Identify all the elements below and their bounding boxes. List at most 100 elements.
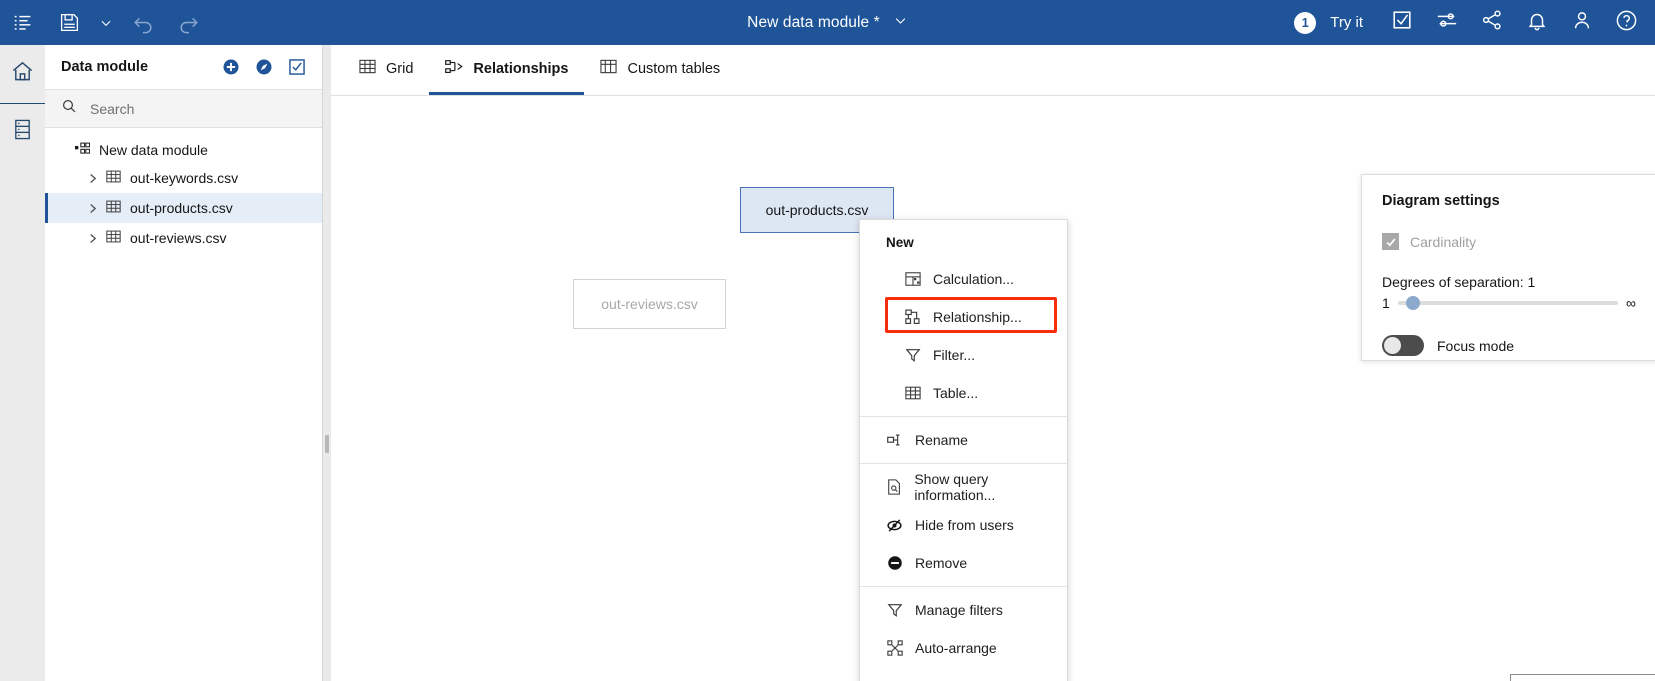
menu-item-label: Auto-arrange: [915, 640, 997, 656]
table-icon: [106, 169, 121, 187]
relationship-diagram-canvas[interactable]: out-products.csv out-reviews.csv New Cal…: [331, 96, 1655, 681]
chevron-down-icon: [99, 16, 113, 30]
grid-icon: [359, 58, 376, 79]
compass-icon[interactable]: [255, 58, 273, 76]
menu-item-label: Remove: [915, 555, 968, 571]
settings-sliders-icon: [1436, 9, 1458, 36]
chevron-down-icon: [893, 13, 908, 33]
diagram-node-out-reviews[interactable]: out-reviews.csv: [573, 279, 726, 329]
left-icon-rail: [0, 45, 45, 681]
home-icon: [11, 60, 34, 88]
table-icon: [106, 229, 121, 247]
save-button[interactable]: [46, 0, 92, 45]
data-server-icon: [12, 118, 33, 146]
menu-item-table[interactable]: Table...: [860, 374, 1067, 412]
notifications-button[interactable]: [1514, 0, 1559, 45]
document-query-icon: [886, 479, 902, 495]
user-icon: [1571, 9, 1593, 36]
context-menu: New Calculation... Relationship... Filte…: [859, 219, 1068, 681]
main-menu-button[interactable]: [0, 0, 46, 45]
top-toolbar: New data module * 1 Try it: [0, 0, 1655, 45]
module-title: New data module *: [747, 13, 880, 31]
notification-badge[interactable]: 1: [1294, 11, 1317, 34]
share-button[interactable]: [1469, 0, 1514, 45]
validate-button[interactable]: [1379, 0, 1424, 45]
try-it-button[interactable]: Try it: [1330, 14, 1363, 31]
table-icon: [904, 385, 921, 401]
filter-icon: [904, 347, 921, 363]
focus-mode-toggle[interactable]: [1382, 335, 1424, 356]
tab-label: Grid: [386, 60, 414, 77]
checkbox-icon[interactable]: [288, 58, 306, 76]
account-button[interactable]: [1559, 0, 1604, 45]
rail-item-home[interactable]: [0, 45, 45, 104]
tree-item-label: out-reviews.csv: [130, 230, 227, 246]
help-icon: [1615, 9, 1638, 37]
degrees-slider-row[interactable]: 1 ∞: [1382, 295, 1636, 311]
chevron-right-icon[interactable]: [87, 173, 97, 184]
menu-item-hide-from-users[interactable]: Hide from users: [860, 506, 1067, 544]
tree-item-out-reviews[interactable]: out-reviews.csv: [45, 223, 322, 253]
rename-icon: [886, 433, 903, 447]
tab-label: Custom tables: [627, 60, 721, 77]
tab-relationships[interactable]: Relationships: [429, 45, 585, 95]
undo-button[interactable]: [120, 0, 166, 45]
menu-item-relationship[interactable]: Relationship...: [860, 298, 1067, 336]
chevron-right-icon[interactable]: [87, 203, 97, 214]
panel-splitter[interactable]: [323, 45, 331, 681]
menu-item-show-query-information[interactable]: Show query information...: [860, 468, 1067, 506]
menu-item-properties[interactable]: Properties: [860, 667, 1067, 681]
rail-item-data[interactable]: [0, 103, 45, 161]
tree-item-out-keywords[interactable]: out-keywords.csv: [45, 163, 322, 193]
focus-mode-row[interactable]: Focus mode: [1382, 335, 1636, 356]
cardinality-checkbox[interactable]: [1382, 233, 1399, 250]
relationships-icon: [445, 59, 464, 79]
diagram-node-label: out-reviews.csv: [601, 296, 698, 312]
cardinality-label: Cardinality: [1410, 233, 1477, 250]
search-input[interactable]: [88, 99, 288, 118]
menu-item-label: Show query information...: [914, 471, 996, 503]
menu-item-filter[interactable]: Filter...: [860, 336, 1067, 374]
menu-divider: [860, 416, 1067, 417]
remove-icon: [886, 555, 903, 571]
data-module-panel: Data module Search New data module out-k…: [45, 45, 323, 681]
menu-item-remove[interactable]: Remove: [860, 544, 1067, 582]
help-button[interactable]: [1604, 0, 1649, 45]
menu-item-label: Manage filters: [915, 602, 1003, 618]
tab-custom-tables[interactable]: Custom tables: [584, 45, 736, 95]
menu-item-label: Filter...: [933, 347, 976, 363]
toggle-knob: [1384, 337, 1401, 354]
menu-item-rename[interactable]: Rename: [860, 421, 1067, 459]
list-menu-icon: [12, 12, 34, 34]
degrees-of-separation-label: Degrees of separation: 1: [1382, 274, 1536, 290]
redo-button[interactable]: [166, 0, 212, 45]
search-row[interactable]: [45, 90, 322, 128]
tab-grid[interactable]: Grid: [343, 45, 429, 95]
context-menu-header: New: [886, 235, 914, 250]
share-icon: [1481, 9, 1503, 36]
tree-item-out-products[interactable]: out-products.csv: [45, 193, 322, 223]
filter-icon: [886, 602, 903, 618]
menu-item-auto-arrange[interactable]: Auto-arrange: [860, 629, 1067, 667]
module-title-button[interactable]: New data module *: [747, 13, 908, 33]
tab-bar: Grid Relationships Custom tables: [331, 45, 1655, 96]
slider-thumb[interactable]: [1405, 296, 1420, 310]
module-icon: [75, 142, 91, 158]
cardinality-checkbox-row[interactable]: Cardinality: [1382, 233, 1636, 250]
tree-root-new-data-module[interactable]: New data module: [45, 137, 322, 163]
menu-item-calculation[interactable]: Calculation...: [860, 260, 1067, 298]
diagram-node-label: out-products.csv: [765, 202, 869, 218]
auto-arrange-icon: [886, 640, 903, 656]
options-button[interactable]: [1424, 0, 1469, 45]
data-tree: New data module out-keywords.csv out-pro…: [45, 128, 322, 253]
menu-item-manage-filters[interactable]: Manage filters: [860, 591, 1067, 629]
menu-divider: [860, 586, 1067, 587]
diagram-settings-panel: Diagram settings Cardinality Degrees of …: [1361, 174, 1655, 361]
add-circle-icon[interactable]: [222, 58, 240, 76]
tree-item-label: out-keywords.csv: [130, 170, 239, 186]
main-area: Grid Relationships Custom tables out-pro…: [331, 45, 1655, 681]
degrees-slider[interactable]: [1397, 296, 1619, 310]
save-dropdown-button[interactable]: [92, 0, 120, 45]
splitter-grip[interactable]: [325, 435, 329, 453]
chevron-right-icon[interactable]: [87, 233, 97, 244]
